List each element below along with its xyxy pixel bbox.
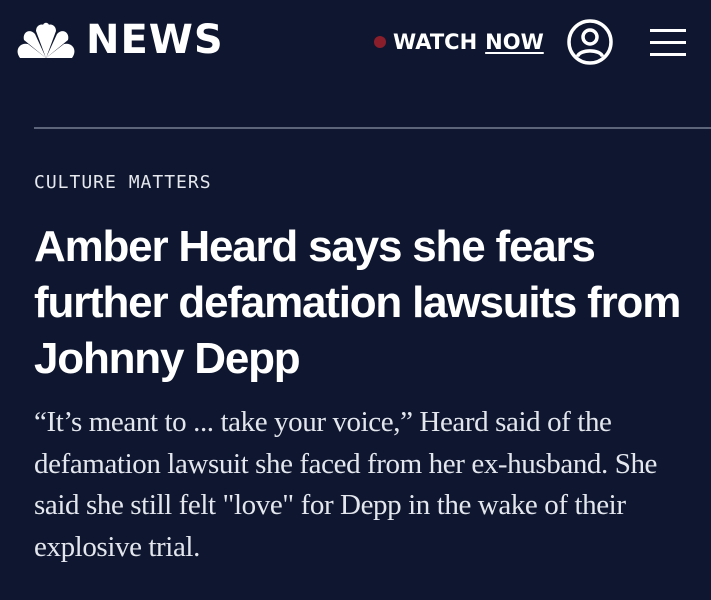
account-icon[interactable] — [566, 18, 614, 66]
article-headline: Amber Heard says she fears further defam… — [34, 222, 681, 383]
menu-icon[interactable] — [650, 24, 686, 60]
watch-label: WATCH — [393, 30, 478, 54]
peacock-logo-icon — [17, 22, 75, 58]
site-header: NEWS WATCH NOW — [0, 0, 711, 90]
watch-now-link[interactable]: WATCH NOW — [374, 28, 544, 56]
live-dot-icon — [374, 36, 386, 48]
watch-now-label: NOW — [485, 30, 544, 54]
logo-wordmark: NEWS — [86, 17, 224, 63]
section-label[interactable]: CULTURE MATTERS — [34, 172, 212, 194]
header-divider — [34, 127, 711, 129]
nbc-news-logo[interactable]: NEWS — [16, 20, 224, 60]
article-dek: “It’s meant to ... take your voice,” Hea… — [34, 406, 658, 563]
